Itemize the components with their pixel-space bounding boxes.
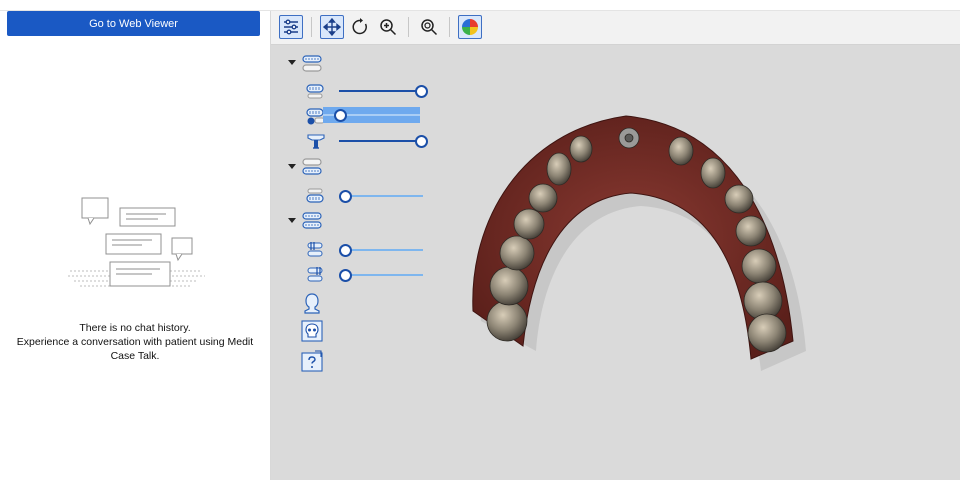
occlusion-2-icon[interactable] [305,265,327,285]
slider-thumb[interactable] [339,269,352,282]
empty-chat-line-2: Experience a conversation with patient u… [16,336,254,348]
rotate-icon[interactable] [348,15,372,39]
chat-panel: Go to Web Viewer There is no chat histor… [0,11,270,480]
color-map-icon[interactable] [458,15,482,39]
face-scan-icon[interactable] [301,292,323,314]
lower-jaw-icon[interactable] [305,186,327,206]
slider-thumb[interactable] [415,135,428,148]
skull-ct-icon[interactable] [301,320,323,342]
empty-chat-line-3: Case Talk. [110,350,160,362]
toolbar-separator [449,17,450,37]
toolbar-separator [311,17,312,37]
slider-thumb[interactable] [334,109,347,122]
empty-chat-message: There is no chat history. Experience a c… [0,321,270,363]
empty-chat-illustration [68,197,205,287]
viewer-toolbar [271,11,960,45]
3d-viewer[interactable] [271,11,960,480]
lower-jaw-opacity-slider[interactable] [339,190,423,203]
occlusion-group-toggle[interactable] [288,218,296,223]
zoom-fit-icon[interactable] [417,15,441,39]
mandible-group-icon[interactable] [301,157,323,177]
mandible-group-toggle[interactable] [288,164,296,169]
implant-scanbody-icon[interactable] [305,131,327,151]
slider-thumb[interactable] [339,244,352,257]
maxilla-group-icon[interactable] [301,54,323,74]
upper-jaw-opacity-slider[interactable] [339,85,428,98]
occlusion-group-icon[interactable] [301,211,323,231]
maxilla-group-toggle[interactable] [288,60,296,65]
dental-arch-model[interactable] [451,81,831,381]
occlusion-2-opacity-slider[interactable] [339,269,423,282]
upper-jaw-icon[interactable] [305,81,327,101]
unknown-data-icon[interactable] [301,350,323,372]
slider-thumb[interactable] [415,85,428,98]
go-to-web-viewer-button[interactable]: Go to Web Viewer [7,11,260,36]
occlusion-1-icon[interactable] [305,240,327,260]
empty-chat-line-1: There is no chat history. [79,322,191,334]
pan-move-icon[interactable] [320,15,344,39]
implant-scanbody-opacity-slider[interactable] [339,135,428,148]
zoom-in-icon[interactable] [376,15,400,39]
slider-thumb[interactable] [339,190,352,203]
settings-sliders-icon[interactable] [279,15,303,39]
upper-jaw-pretreatment-opacity-slider[interactable] [323,107,420,123]
toolbar-separator [408,17,409,37]
occlusion-1-opacity-slider[interactable] [339,244,423,257]
top-border [0,0,960,11]
